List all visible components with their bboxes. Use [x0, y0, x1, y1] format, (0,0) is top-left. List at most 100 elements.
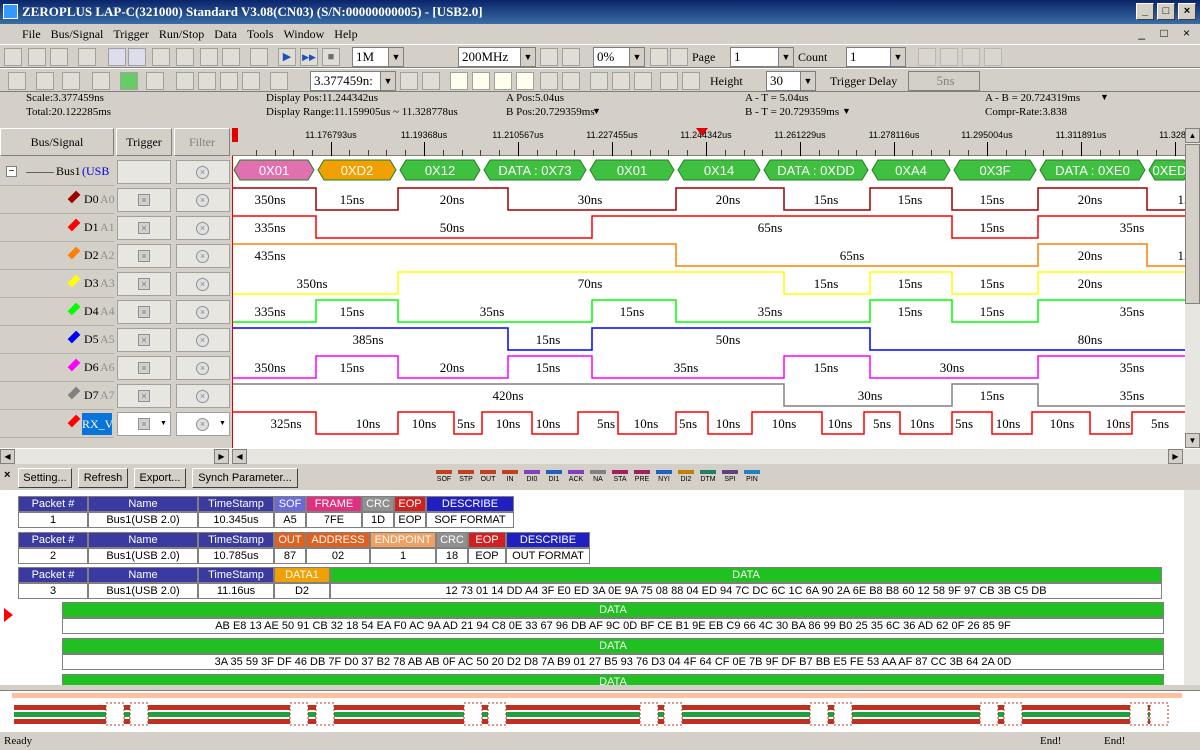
find-prev-icon[interactable] [612, 72, 630, 90]
play-icon[interactable]: ▶ [278, 48, 296, 66]
horizontal-scrollbar[interactable]: ◀ ▶ ◀ ▶ [0, 448, 1200, 464]
bar-c-icon[interactable] [494, 72, 512, 90]
tools-icon[interactable] [222, 48, 240, 66]
clock-icon[interactable] [540, 48, 558, 66]
trigger-cell[interactable]: × [117, 188, 171, 212]
menu-trigger[interactable]: Trigger [108, 24, 154, 45]
prev-icon[interactable] [918, 48, 936, 66]
cursor-a-marker-icon[interactable] [232, 128, 238, 142]
trigger-cell[interactable]: × [117, 384, 171, 408]
chevron-up-icon[interactable]: ▲ [1185, 128, 1200, 143]
trigger-delay-field[interactable]: 5ns [908, 71, 980, 91]
export-button[interactable]: Export... [134, 468, 186, 488]
filter-cell[interactable]: × [176, 160, 230, 184]
close-icon[interactable]: × [4, 469, 10, 481]
bar-b-icon[interactable] [472, 72, 490, 90]
signal-waveform[interactable] [232, 383, 1185, 407]
threshold-icon[interactable] [562, 48, 580, 66]
wave-b-icon[interactable] [422, 72, 440, 90]
signal-waveform[interactable] [232, 243, 1185, 267]
signal-row-d1[interactable]: D1 A1 [0, 214, 115, 242]
cursor-icon[interactable] [176, 72, 194, 90]
zoom-in-icon[interactable] [242, 72, 260, 90]
bar-d-icon[interactable] [516, 72, 534, 90]
trigger-marker-icon[interactable] [696, 128, 708, 136]
pulse-icon[interactable] [540, 72, 558, 90]
time-ruler[interactable]: 11.176793us 11.19368us 11.210567us 11.22745… [232, 128, 1185, 156]
protocol-icon[interactable] [62, 72, 80, 90]
overview-strip[interactable] [0, 690, 1200, 732]
trigger-cell[interactable]: × [117, 328, 171, 352]
signal-row-d2[interactable]: D2 A2 [0, 242, 115, 270]
home-icon[interactable] [8, 72, 26, 90]
bar-a-icon[interactable] [450, 72, 468, 90]
open-icon[interactable] [28, 48, 46, 66]
trigger-x-icon[interactable]: × [138, 250, 150, 262]
save-icon[interactable] [50, 48, 68, 66]
signal-waveform[interactable] [232, 355, 1185, 379]
trigger-cell[interactable]: × [117, 272, 171, 296]
count-select[interactable]: 1 ▼ [846, 47, 906, 67]
filter-x-icon[interactable]: × [196, 278, 209, 291]
first-icon[interactable] [962, 48, 980, 66]
filter-x-icon[interactable]: × [196, 194, 209, 207]
signal-row-bus1[interactable]: − Bus1(USB 2 [0, 158, 114, 186]
menu-bus-signal[interactable]: Bus/Signal [46, 24, 109, 45]
trigger-cell[interactable]: × [117, 300, 171, 324]
trigger-cell[interactable]: × ▼ [117, 412, 171, 436]
trigger-cell[interactable]: × [117, 216, 171, 240]
window-icon[interactable] [250, 48, 268, 66]
height-select[interactable]: 30 ▼ [766, 71, 816, 91]
signal-row-rxv[interactable]: RX_V [0, 410, 114, 438]
filter-cell[interactable]: × [176, 188, 230, 212]
waveform-area[interactable]: 11.176793us 11.19368us 11.210567us 11.22745… [232, 128, 1185, 448]
signal-row-d3[interactable]: D3 A3 [0, 270, 115, 298]
setting-button[interactable]: Setting... [18, 468, 72, 488]
chevron-right-icon[interactable]: ▶ [1168, 449, 1183, 464]
trigger-x-icon[interactable]: × [138, 334, 150, 346]
zoom-icon[interactable] [650, 48, 668, 66]
menu-window[interactable]: Window [278, 24, 329, 45]
packet-scrollbar[interactable] [1184, 490, 1200, 685]
trigger-cell[interactable]: × [117, 244, 171, 268]
signal-waveform[interactable] [232, 271, 1185, 295]
new-icon[interactable] [4, 48, 22, 66]
chevron-down-icon[interactable]: ▼ [1100, 92, 1109, 102]
wave-a-icon[interactable] [400, 72, 418, 90]
filter-cell[interactable]: × [176, 384, 230, 408]
minimize-button[interactable]: _ [1136, 3, 1154, 20]
last-icon[interactable] [984, 48, 1002, 66]
scale-select[interactable]: 3.377459n: ▼ [310, 71, 396, 91]
bus-icon[interactable] [682, 72, 700, 90]
trigger-x-icon[interactable]: × [138, 390, 150, 402]
signal-waveform[interactable] [232, 299, 1185, 323]
column-trigger[interactable]: Trigger [116, 128, 172, 156]
filter-x-icon[interactable]: × [196, 166, 209, 179]
maximize-button[interactable]: □ [1157, 3, 1175, 20]
signal-row-d7[interactable]: D7 A7 [0, 382, 115, 410]
filter-x-icon[interactable]: × [196, 250, 209, 263]
trigger-icon[interactable] [128, 48, 146, 66]
refresh-button[interactable]: Refresh [78, 468, 128, 488]
trigger-x-icon[interactable]: × [138, 194, 150, 206]
column-filter[interactable]: Filter [174, 128, 230, 156]
vertical-scrollbar[interactable]: ▲ ▼ [1185, 128, 1200, 448]
filter-cell[interactable]: × [176, 272, 230, 296]
filter-x-icon[interactable]: × [196, 390, 209, 403]
filter-x-icon[interactable]: × [196, 418, 209, 431]
state-icon[interactable] [120, 72, 138, 90]
data-icon[interactable] [200, 48, 218, 66]
scale-icon[interactable] [270, 72, 288, 90]
trigger-x-icon[interactable]: × [138, 278, 150, 290]
menu-tools[interactable]: Tools [242, 24, 279, 45]
trigger-x-icon[interactable]: × [138, 418, 150, 430]
signal-row-d0[interactable]: D0 A0 [0, 186, 115, 214]
filter-x-icon[interactable]: × [196, 362, 209, 375]
trigger-x-icon[interactable]: × [138, 306, 150, 318]
trigger-cell[interactable]: × [117, 356, 171, 380]
column-bus-signal[interactable]: Bus/Signal [0, 128, 114, 156]
chevron-down-icon[interactable]: ▼ [842, 106, 851, 116]
next-icon[interactable] [940, 48, 958, 66]
hand-icon[interactable] [220, 72, 238, 90]
synch-parameter-button[interactable]: Synch Parameter... [192, 468, 298, 488]
